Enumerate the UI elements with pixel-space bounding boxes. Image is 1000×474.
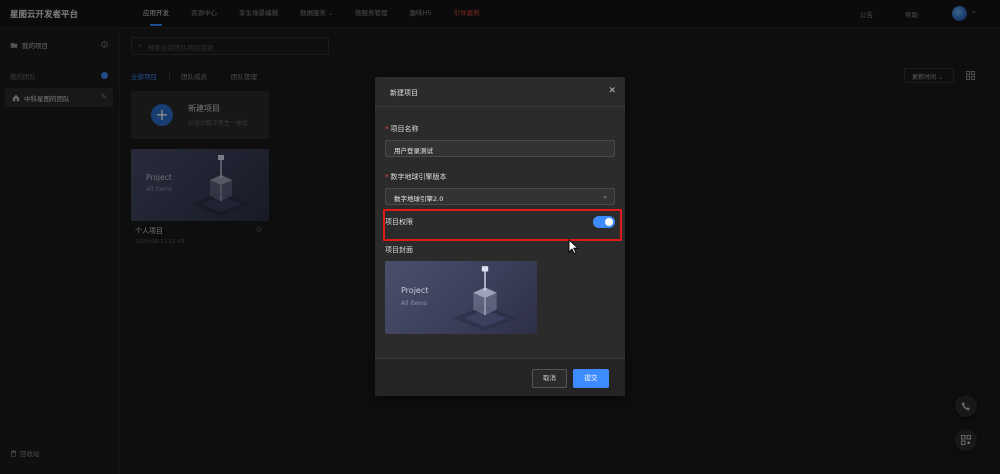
dialog-footer: 取消 提交 [375,358,625,396]
permission-highlight-box [383,209,622,241]
permission-toggle[interactable] [593,216,615,228]
engine-version-label: * 数字地球引擎版本 [385,173,447,181]
cover-image[interactable]: Project All items [385,261,537,334]
engine-version-select[interactable]: 数字地球引擎2.0 ⌄ [385,188,615,205]
close-icon[interactable]: ✕ [608,86,616,96]
cube-illustration [453,266,517,331]
cover-label: 项目封面 [385,246,413,254]
cursor-icon [568,239,579,255]
project-name-label: * 项目名称 [385,125,419,133]
toggle-knob [605,218,613,226]
dialog-title: 新建项目 [390,89,418,97]
cover-title: Project [401,286,429,295]
new-project-dialog: 新建项目 ✕ * 项目名称 用户登录测试 * 数字地球引擎版本 数字地球引擎2.0 … [375,77,625,396]
permission-label: 项目权限 [385,218,413,226]
required-mark: * [385,173,389,181]
project-name-field[interactable]: 用户登录测试 [385,140,615,157]
submit-button[interactable]: 提交 [573,369,609,388]
dialog-header: 新建项目 ✕ [375,77,625,107]
required-mark: * [385,125,389,133]
cancel-button[interactable]: 取消 [532,369,567,388]
chevron-down-icon: ⌄ [602,192,608,200]
cover-subtitle: All items [401,300,428,307]
